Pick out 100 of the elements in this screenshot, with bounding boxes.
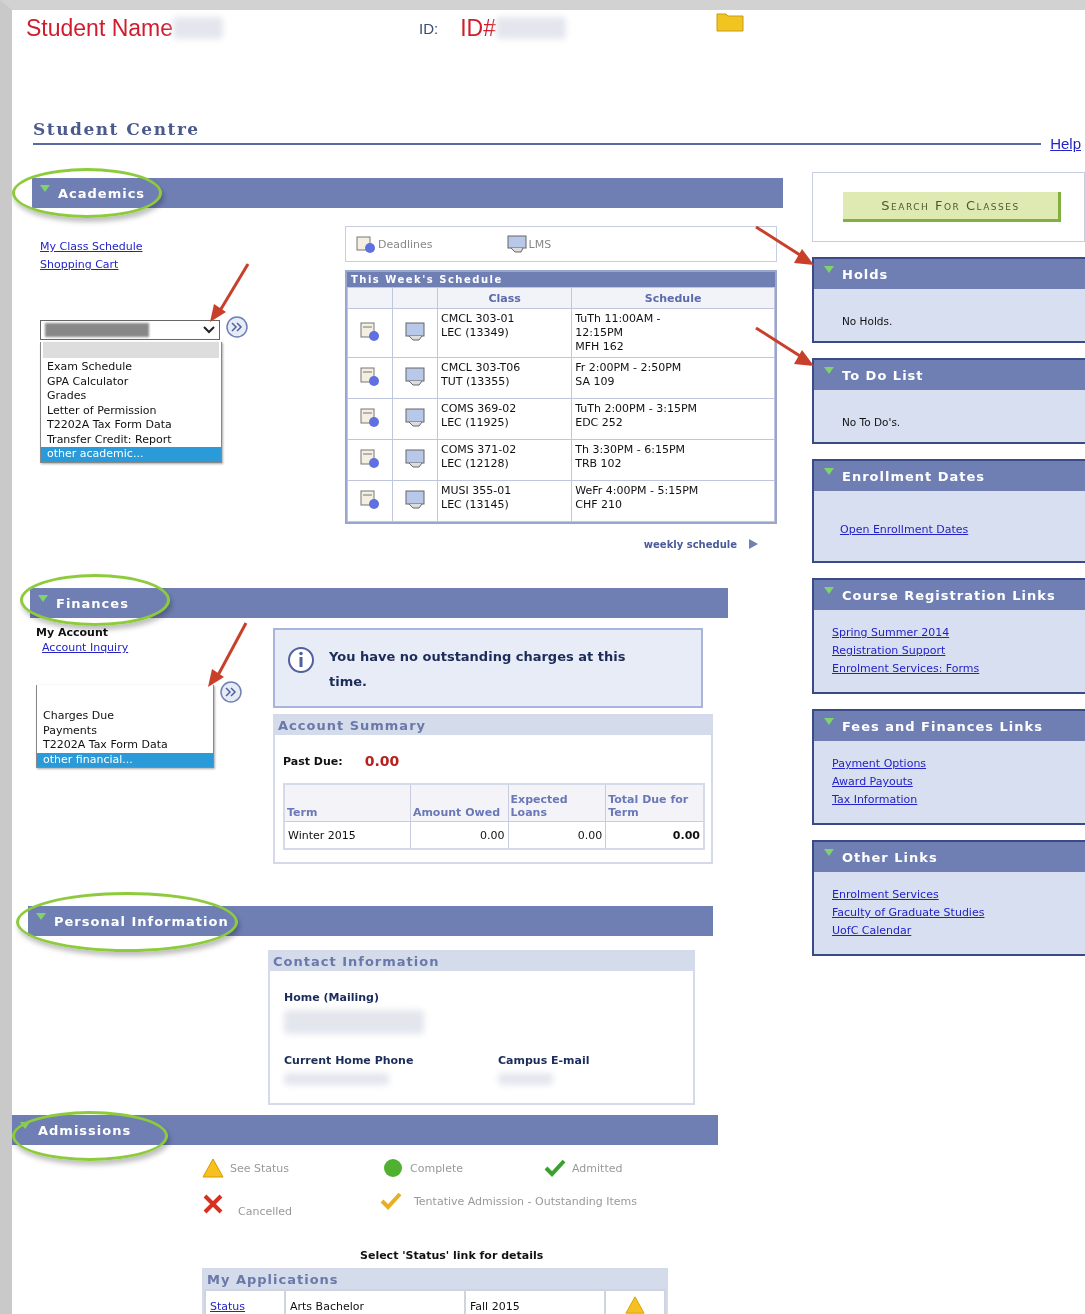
panel-title: Contact Information — [270, 952, 693, 971]
calendar-icon[interactable] — [359, 365, 381, 387]
calendar-icon[interactable] — [359, 320, 381, 342]
help-link[interactable]: Help — [1050, 135, 1081, 153]
legend-label: Complete — [410, 1161, 463, 1175]
past-due-label: Past Due: — [283, 754, 343, 768]
past-due-amount: 0.00 — [364, 753, 400, 769]
cross-icon — [202, 1192, 224, 1215]
caret-icon — [824, 367, 834, 375]
circle-icon — [382, 1157, 404, 1179]
panel-header[interactable]: Holds — [814, 259, 1085, 289]
legend-label: Tentative Admission - Outstanding Items — [414, 1194, 637, 1208]
panel-text: No Holds. — [841, 314, 894, 327]
panel-link[interactable]: Spring Summer 2014 — [832, 624, 1081, 642]
notice-text: You have no outstanding charges at this time. — [329, 648, 627, 691]
monitor-icon[interactable] — [404, 447, 426, 469]
section-header[interactable]: Admissions — [12, 1115, 718, 1145]
search-classes-button[interactable]: Search For Classes — [843, 192, 1061, 222]
caret-icon — [824, 718, 834, 726]
account-inquiry-link[interactable]: Account Inquiry — [42, 639, 273, 657]
column-header: Total Due for Term — [605, 784, 704, 822]
panel-link[interactable]: UofC Calendar — [832, 922, 1081, 940]
go-icon[interactable] — [220, 681, 242, 703]
id-label: ID: — [419, 19, 439, 37]
caret-icon — [824, 849, 834, 857]
caret-icon — [824, 266, 834, 274]
list-option[interactable]: Exam Schedule — [41, 360, 221, 375]
list-option[interactable]: Letter of Permission — [41, 403, 221, 418]
caret-icon — [36, 913, 46, 921]
tab[interactable]: Deadlines — [356, 234, 433, 254]
panel-link[interactable]: Registration Support — [832, 642, 1081, 660]
list-option[interactable]: Payments — [37, 723, 213, 738]
table-cell: CMCL 303-01 LEC (13349) — [437, 308, 572, 358]
table-cell: MUSI 355-01 LEC (13145) — [437, 480, 572, 522]
column-header: Schedule — [571, 287, 775, 309]
dropdown-field[interactable] — [40, 320, 220, 340]
panel-header[interactable]: Fees and Finances Links — [814, 711, 1085, 741]
panel-link[interactable]: Faculty of Graduate Studies — [832, 904, 1081, 922]
page-link[interactable]: My Class Schedule — [40, 238, 345, 256]
panel-text: No To Do's. — [841, 415, 902, 428]
legend-label: See Status — [230, 1161, 290, 1175]
column-header: Expected Loans — [508, 784, 606, 822]
monitor-icon — [506, 234, 527, 254]
table-cell: TuTh 11:00AM - 12:15PM MFH 162 — [571, 308, 775, 358]
redacted-bar — [498, 1073, 553, 1085]
list-option[interactable]: Grades — [41, 389, 221, 404]
panel-link[interactable]: Enrolment Services — [832, 886, 1081, 904]
caret-icon — [40, 185, 50, 193]
list-option[interactable]: T2202A Tax Form Data — [41, 418, 221, 433]
list-option[interactable]: Charges Due — [37, 709, 213, 724]
panel-link[interactable]: Enrolment Services: Forms — [832, 660, 1081, 678]
play-icon[interactable] — [747, 538, 759, 550]
redacted-bar — [496, 17, 566, 39]
caret-icon — [824, 587, 834, 595]
monitor-icon[interactable] — [404, 406, 426, 428]
field-label: Current Home Phone — [284, 1054, 414, 1067]
monitor-icon[interactable] — [404, 488, 426, 510]
table-cell: Fr 2:00PM - 2:50PM SA 109 — [571, 357, 775, 399]
monitor-icon[interactable] — [404, 320, 426, 342]
panel-header[interactable]: Other Links — [814, 842, 1085, 872]
page-title: Student Centre — [33, 119, 200, 139]
section-header[interactable]: Finances — [30, 588, 728, 618]
column-header: Class — [437, 287, 572, 309]
monitor-icon[interactable] — [404, 365, 426, 387]
panel-header[interactable]: To Do List — [814, 360, 1085, 390]
field-label: Campus E-mail — [498, 1054, 590, 1067]
go-icon[interactable] — [226, 316, 248, 338]
panel-link[interactable]: Award Payouts — [832, 773, 1081, 791]
calendar-icon[interactable] — [359, 406, 381, 428]
caret-icon — [38, 595, 48, 603]
list-option[interactable]: Transfer Credit: Report — [41, 432, 221, 447]
panel-title: My Applications — [204, 1270, 666, 1289]
panel-link[interactable]: Tax Information — [832, 791, 1081, 809]
panel-link[interactable]: Payment Options — [832, 755, 1081, 773]
section-header[interactable]: Academics — [32, 178, 783, 208]
section-header[interactable]: Personal Information — [28, 906, 713, 936]
id-value: ID# — [460, 14, 496, 42]
caret-icon — [824, 468, 834, 476]
calendar-icon[interactable] — [359, 447, 381, 469]
warning-icon — [202, 1157, 224, 1179]
table-cell: Arts Bachelor — [285, 1290, 465, 1314]
table-cell: Th 3:30PM - 6:15PM TRB 102 — [571, 439, 775, 481]
page-link[interactable]: Shopping Cart — [40, 256, 345, 274]
calendar-icon[interactable] — [359, 488, 381, 510]
tab[interactable]: LMS — [506, 234, 552, 254]
panel-link[interactable]: Open Enrollment Dates — [840, 521, 1081, 539]
list-option[interactable]: T2202A Tax Form Data — [37, 738, 213, 753]
list-option[interactable]: GPA Calculator — [41, 374, 221, 389]
hint-text: Select 'Status' link for details — [360, 1249, 545, 1262]
panel-header[interactable]: Enrollment Dates — [814, 461, 1085, 491]
field-label: Home (Mailing) — [284, 991, 380, 1004]
table-cell: CMCL 303-T06 TUT (13355) — [437, 357, 572, 399]
legend-label: Admitted — [572, 1161, 623, 1175]
chevron-icon — [203, 326, 215, 334]
panel-header[interactable]: Course Registration Links — [814, 580, 1085, 610]
table-cell: WeFr 4:00PM - 5:15PM CHF 210 — [571, 480, 775, 522]
weekly-schedule-link[interactable]: weekly schedule — [643, 538, 737, 550]
calendar-icon — [356, 234, 376, 254]
table-cell: TuTh 2:00PM - 3:15PM EDC 252 — [571, 398, 775, 440]
student-name: Student Name — [26, 14, 174, 42]
